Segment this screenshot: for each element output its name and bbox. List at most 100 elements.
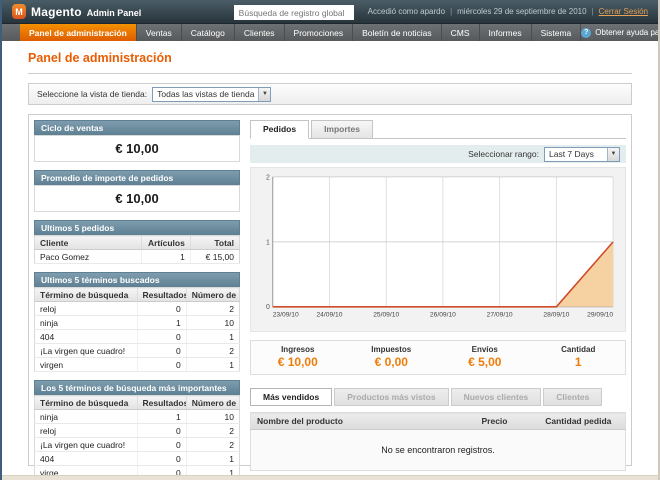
table-cell: 0 [137, 424, 186, 438]
column-header: Número de usos [186, 396, 239, 410]
total-value: € 10,00 [251, 355, 345, 369]
nav-item[interactable]: Promociones [285, 24, 354, 41]
table-cell: reloj [35, 302, 138, 316]
nav-item[interactable]: Clientes [235, 24, 285, 41]
bottom-tab[interactable]: Nuevos clientes [451, 388, 542, 406]
bottom-tabs: Más vendidosProductos más vistosNuevos c… [250, 388, 626, 406]
table-cell: € 15,00 [190, 250, 239, 264]
orders-tab-panel: Seleccionar rango: Last 7 Days ▼ 01223/0… [250, 138, 626, 375]
nav-item[interactable]: Sistema [532, 24, 582, 41]
table-cell: 1 [137, 410, 186, 424]
table-cell: ¡La virgen que cuadro! [35, 438, 138, 452]
chevron-down-icon: ▼ [258, 88, 270, 101]
table-header-row: Término de búsquedaResultadosNúmero de u… [35, 396, 240, 410]
top-bar: M Magento Admin Panel Accedió como apard… [2, 0, 658, 24]
chart-tab[interactable]: Pedidos [250, 120, 309, 139]
svg-text:0: 0 [266, 304, 270, 311]
separator: | [592, 7, 594, 16]
main-nav: Panel de administraciónVentasCatálogoCli… [2, 24, 658, 41]
total-label: Cantidad [532, 345, 626, 354]
svg-text:29/09/10: 29/09/10 [587, 312, 613, 319]
column-header: Resultados [137, 288, 186, 302]
table-header-row: Término de búsquedaResultadosNúmero de u… [35, 288, 240, 302]
card-title: Promedio de importe de pedidos [34, 170, 240, 185]
bottom-tab[interactable]: Clientes [543, 388, 602, 406]
card-title: Ultimos 5 pedidos [34, 220, 240, 235]
dashboard-panel: Ciclo de ventas € 10,00 Promedio de impo… [28, 114, 632, 466]
brand-suffix: Admin Panel [87, 6, 142, 18]
page-help[interactable]: ? Obtener ayuda para esta página [581, 24, 660, 41]
global-search [234, 3, 354, 21]
bestsellers-table: Nombre del productoPrecioCantidad pedida… [250, 412, 626, 471]
top-search-terms-table: Término de búsquedaResultadosNúmero de u… [34, 395, 240, 480]
table-cell: 404 [35, 452, 138, 466]
column-header: Precio [476, 413, 540, 430]
magento-admin-window: M Magento Admin Panel Accedió como apard… [0, 0, 660, 480]
page-title: Panel de administración [28, 51, 172, 65]
chart-tabs: PedidosImportes [250, 120, 626, 138]
logout-link[interactable]: Cerrar Sesión [599, 7, 648, 16]
chart-tab[interactable]: Importes [311, 120, 373, 139]
table-row: Paco Gomez1€ 15,00 [35, 250, 240, 264]
svg-text:24/09/10: 24/09/10 [316, 312, 342, 319]
table-cell: virgen [35, 358, 138, 372]
nav-item[interactable]: Ventas [137, 24, 182, 41]
dashboard-right-column: PedidosImportes Seleccionar rango: Last … [250, 120, 626, 460]
column-header: Cantidad pedida [539, 413, 625, 430]
table-cell: 1 [186, 452, 239, 466]
table-cell: 0 [137, 452, 186, 466]
nav-item[interactable]: Informes [480, 24, 532, 41]
chart-container: 01223/09/1024/09/1025/09/1026/09/1027/09… [250, 167, 626, 332]
table-cell: ninja [35, 316, 138, 330]
table-cell: 404 [35, 330, 138, 344]
nav-item[interactable]: CMS [442, 24, 480, 41]
nav-item[interactable]: Panel de administración [20, 24, 137, 41]
help-icon: ? [581, 28, 591, 38]
average-orders-value: € 10,00 [34, 185, 240, 212]
page-content: Panel de administración Seleccione la vi… [2, 41, 658, 475]
table-header-row: ClienteArtículosTotal [35, 236, 240, 250]
column-header: Término de búsqueda [35, 288, 138, 302]
bottom-tab[interactable]: Más vendidos [250, 388, 332, 406]
table-row: virgen01 [35, 358, 240, 372]
table-cell: ninja [35, 410, 138, 424]
table-cell: 10 [186, 410, 239, 424]
table-cell: 0 [137, 358, 186, 372]
global-search-input[interactable] [234, 5, 354, 20]
table-header-row: Nombre del productoPrecioCantidad pedida [251, 413, 626, 430]
store-view-select[interactable]: Todas las vistas de tienda ▼ [152, 87, 271, 102]
column-header: Resultados [137, 396, 186, 410]
svg-text:1: 1 [266, 239, 270, 246]
column-header: Artículos [141, 236, 190, 250]
svg-text:2: 2 [266, 174, 270, 181]
table-cell: reloj [35, 424, 138, 438]
lifetime-sales-value: € 10,00 [34, 135, 240, 162]
total-value: 1 [532, 355, 626, 369]
orders-chart: 01223/09/1024/09/1025/09/1026/09/1027/09… [255, 172, 621, 327]
table-cell: 0 [137, 344, 186, 358]
empty-row: No se encontraron registros. [251, 430, 626, 471]
table-cell: 10 [186, 316, 239, 330]
table-row: ninja110 [35, 410, 240, 424]
total-value: € 0,00 [345, 355, 439, 369]
table-cell: Paco Gomez [35, 250, 142, 264]
last-search-terms-table: Término de búsquedaResultadosNúmero de u… [34, 287, 240, 372]
total-label: Envíos [438, 345, 532, 354]
total-cell: Impuestos€ 0,00 [345, 345, 439, 369]
table-row: 40401 [35, 452, 240, 466]
table-row: ninja110 [35, 316, 240, 330]
card-title: Ciclo de ventas [34, 120, 240, 135]
table-cell: 1 [141, 250, 190, 264]
bottom-tab[interactable]: Productos más vistos [334, 388, 448, 406]
range-bar: Seleccionar rango: Last 7 Days ▼ [250, 145, 626, 163]
nav-item[interactable]: Boletín de noticias [353, 24, 441, 41]
table-cell: 2 [186, 438, 239, 452]
last-orders-card: Ultimos 5 pedidos ClienteArtículosTotal … [34, 220, 240, 264]
total-cell: Ingresos€ 10,00 [251, 345, 345, 369]
chevron-down-icon: ▼ [607, 148, 619, 161]
table-row: reloj02 [35, 302, 240, 316]
average-orders-card: Promedio de importe de pedidos € 10,00 [34, 170, 240, 212]
table-cell: 2 [186, 302, 239, 316]
range-select[interactable]: Last 7 Days ▼ [544, 147, 620, 162]
nav-item[interactable]: Catálogo [182, 24, 235, 41]
